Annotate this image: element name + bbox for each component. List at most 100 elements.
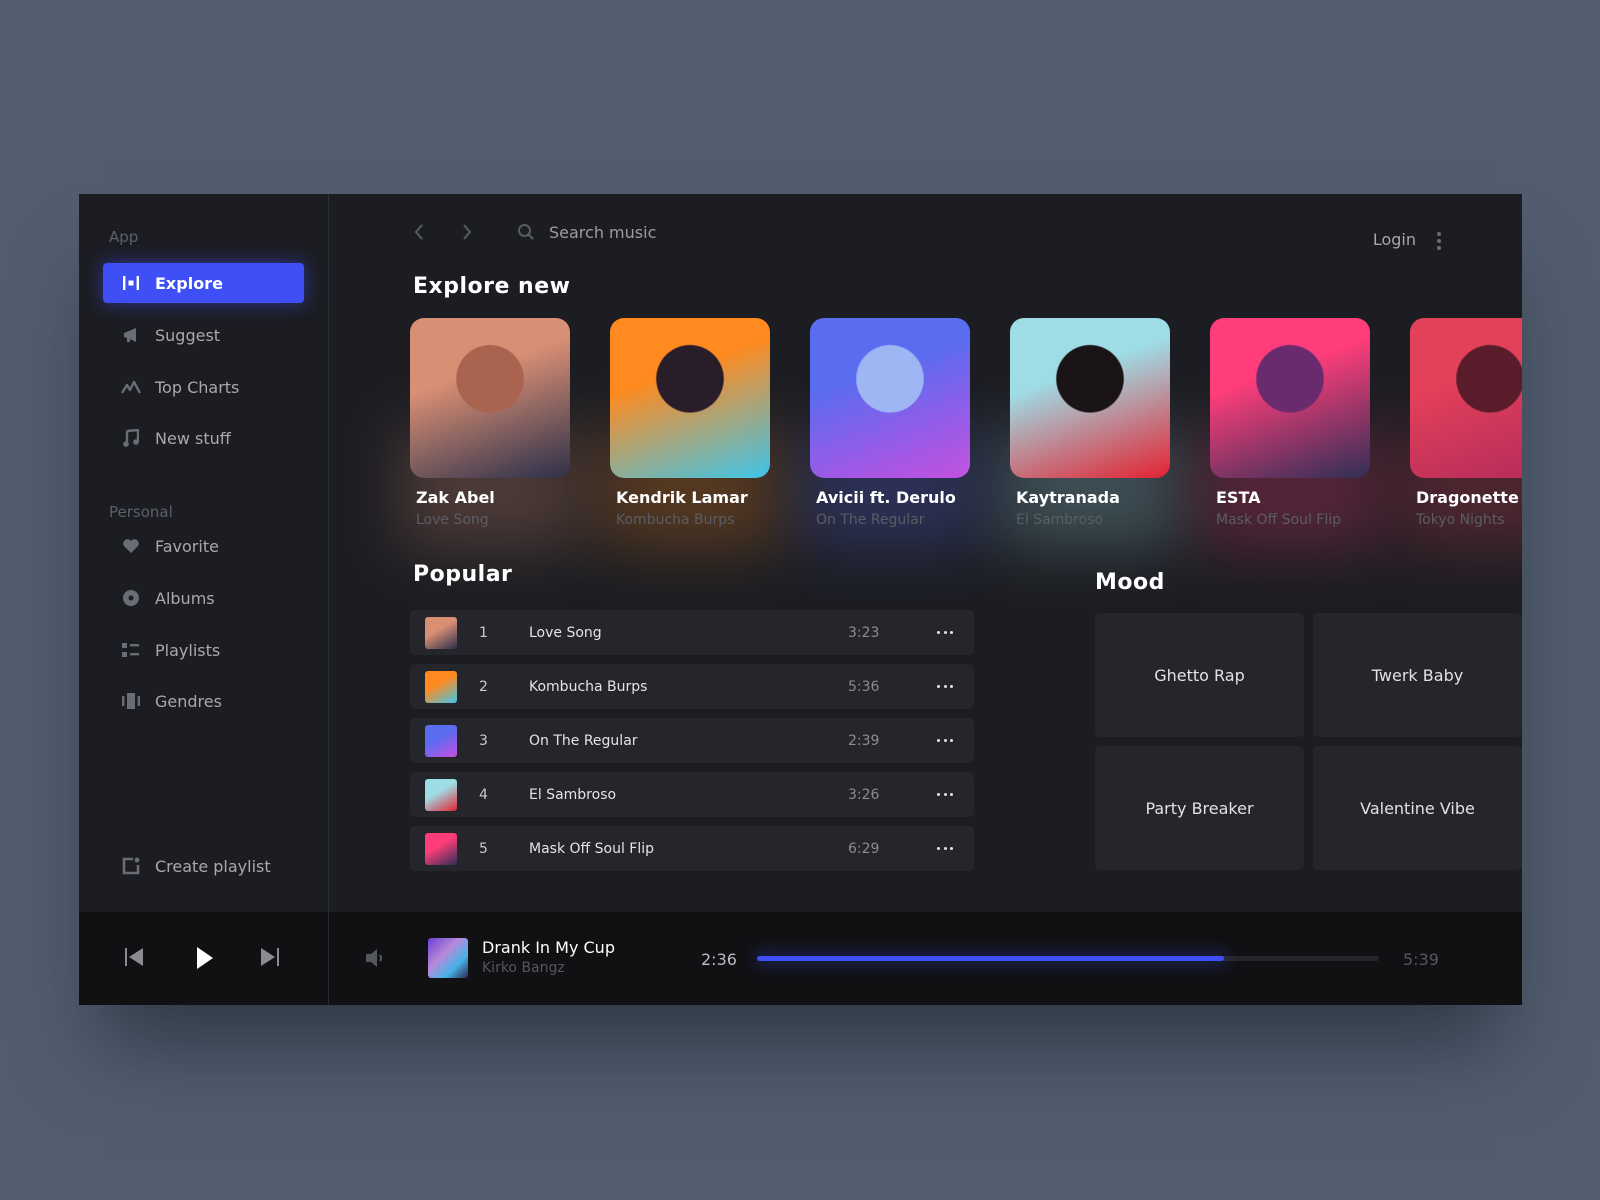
track-thumbnail	[425, 778, 457, 811]
artist-card[interactable]: Kaytranada El Sambroso	[1000, 318, 1180, 548]
card-artist: Avicii ft. Derulo	[816, 488, 956, 507]
card-artist: Dragonette	[1416, 488, 1519, 507]
login-button[interactable]: Login	[1373, 230, 1416, 249]
track-row[interactable]: 1 Love Song 3:23	[410, 610, 974, 655]
back-button[interactable]	[409, 222, 429, 242]
now-playing-title: Drank In My Cup	[482, 938, 615, 957]
track-more-button[interactable]	[937, 843, 953, 855]
playback-controls	[79, 912, 329, 1005]
track-rank: 5	[479, 840, 488, 857]
track-row[interactable]: 5 Mask Off Soul Flip 6:29	[410, 826, 974, 871]
mood-tile[interactable]: Party Breaker	[1095, 746, 1304, 870]
mood-heading: Mood	[1095, 570, 1165, 595]
list-icon	[121, 640, 141, 660]
dot	[937, 631, 940, 634]
mood-tile[interactable]: Ghetto Rap	[1095, 613, 1304, 737]
track-duration: 3:26	[848, 786, 880, 803]
artist-cover-image	[810, 318, 970, 478]
track-duration: 6:29	[848, 840, 880, 857]
dot	[943, 631, 947, 634]
artist-cover-image	[410, 318, 570, 478]
create-playlist-label: Create playlist	[155, 856, 271, 876]
artist-card[interactable]: Zak Abel Love Song	[400, 318, 580, 548]
sidebar-item-genres[interactable]: Gendres	[103, 681, 304, 721]
track-row[interactable]: 2 Kombucha Burps 5:36	[410, 664, 974, 709]
sidebar-item-new-stuff[interactable]: New stuff	[103, 418, 304, 458]
dot	[943, 847, 947, 850]
mood-tile[interactable]: Twerk Baby	[1313, 613, 1522, 737]
sidebar-item-top-charts[interactable]: Top Charts	[103, 367, 304, 407]
card-artist: ESTA	[1216, 488, 1261, 507]
artist-card[interactable]: Kendrik Lamar Kombucha Burps	[600, 318, 780, 548]
mood-section: Mood Ghetto Rap Twerk Baby Party Breaker…	[1095, 570, 1522, 870]
play-button[interactable]	[196, 946, 214, 974]
track-row[interactable]: 3 On The Regular 2:39	[410, 718, 974, 763]
volume-button[interactable]	[365, 948, 385, 972]
track-more-button[interactable]	[937, 681, 953, 693]
track-rank: 4	[479, 786, 488, 803]
artist-cover-image	[610, 318, 770, 478]
track-more-button[interactable]	[937, 627, 953, 639]
card-song: On The Regular	[816, 512, 925, 528]
dot	[937, 793, 940, 796]
dot	[950, 631, 953, 634]
artist-card[interactable]: ESTA Mask Off Soul Flip	[1200, 318, 1380, 548]
track-duration: 3:23	[848, 624, 880, 641]
sidebar-item-favorite[interactable]: Favorite	[103, 526, 304, 566]
dot	[937, 847, 940, 850]
sidebar-item-playlists[interactable]: Playlists	[103, 630, 304, 670]
track-rank: 1	[479, 624, 488, 641]
explore-heading: Explore new	[413, 274, 571, 299]
player-bar: Drank In My Cup Kirko Bangz 2:36 5:39	[79, 912, 1522, 1005]
track-rank: 3	[479, 732, 488, 749]
more-options-button[interactable]	[1434, 232, 1444, 250]
sidebar-item-albums[interactable]: Albums	[103, 578, 304, 618]
dot	[943, 739, 947, 742]
sidebar-item-label: New stuff	[155, 428, 231, 448]
next-button[interactable]	[260, 946, 280, 972]
mood-tile[interactable]: Valentine Vibe	[1313, 746, 1522, 870]
dot	[943, 793, 947, 796]
dot	[937, 685, 940, 688]
track-thumbnail	[425, 670, 457, 703]
progress-slider[interactable]	[757, 956, 1379, 961]
track-title: On The Regular	[529, 732, 638, 749]
search-input[interactable]	[549, 222, 809, 242]
sidebar-item-label: Explore	[155, 273, 223, 293]
track-more-button[interactable]	[937, 789, 953, 801]
artist-card[interactable]: Avicii ft. Derulo On The Regular	[800, 318, 980, 548]
card-song: Love Song	[416, 512, 489, 528]
personal-section-label: Personal	[109, 503, 173, 521]
current-time: 2:36	[701, 950, 737, 969]
genres-icon	[121, 691, 141, 711]
card-song: Kombucha Burps	[616, 512, 735, 528]
previous-button[interactable]	[124, 946, 144, 972]
sidebar-item-label: Albums	[155, 588, 215, 608]
track-row[interactable]: 4 El Sambroso 3:26	[410, 772, 974, 817]
artist-card[interactable]: Dragonette Tokyo Nights	[1400, 318, 1522, 548]
card-song: El Sambroso	[1016, 512, 1104, 528]
now-playing-cover	[428, 938, 468, 978]
track-thumbnail	[425, 616, 457, 649]
sidebar-item-explore[interactable]: Explore	[103, 263, 304, 303]
dot	[950, 793, 953, 796]
kebab-dot	[1437, 246, 1441, 250]
kebab-dot	[1437, 239, 1441, 243]
play-icon	[197, 947, 213, 969]
dot	[943, 685, 947, 688]
artist-cover-image	[1210, 318, 1370, 478]
forward-button[interactable]	[457, 222, 477, 242]
dot	[950, 685, 953, 688]
explore-icon	[121, 273, 141, 293]
dot	[950, 847, 953, 850]
chart-line-icon	[121, 377, 141, 397]
sidebar-item-suggest[interactable]: Suggest	[103, 315, 304, 355]
create-playlist-button[interactable]: Create playlist	[103, 846, 304, 886]
track-more-button[interactable]	[937, 735, 953, 747]
explore-carousel: Zak Abel Love Song Kendrik Lamar Kombucha B…	[400, 318, 1522, 548]
track-title: Love Song	[529, 624, 602, 641]
track-title: Mask Off Soul Flip	[529, 840, 655, 857]
sidebar-item-label: Gendres	[155, 691, 222, 711]
track-title: El Sambroso	[529, 786, 617, 803]
artist-cover-image	[1410, 318, 1522, 478]
